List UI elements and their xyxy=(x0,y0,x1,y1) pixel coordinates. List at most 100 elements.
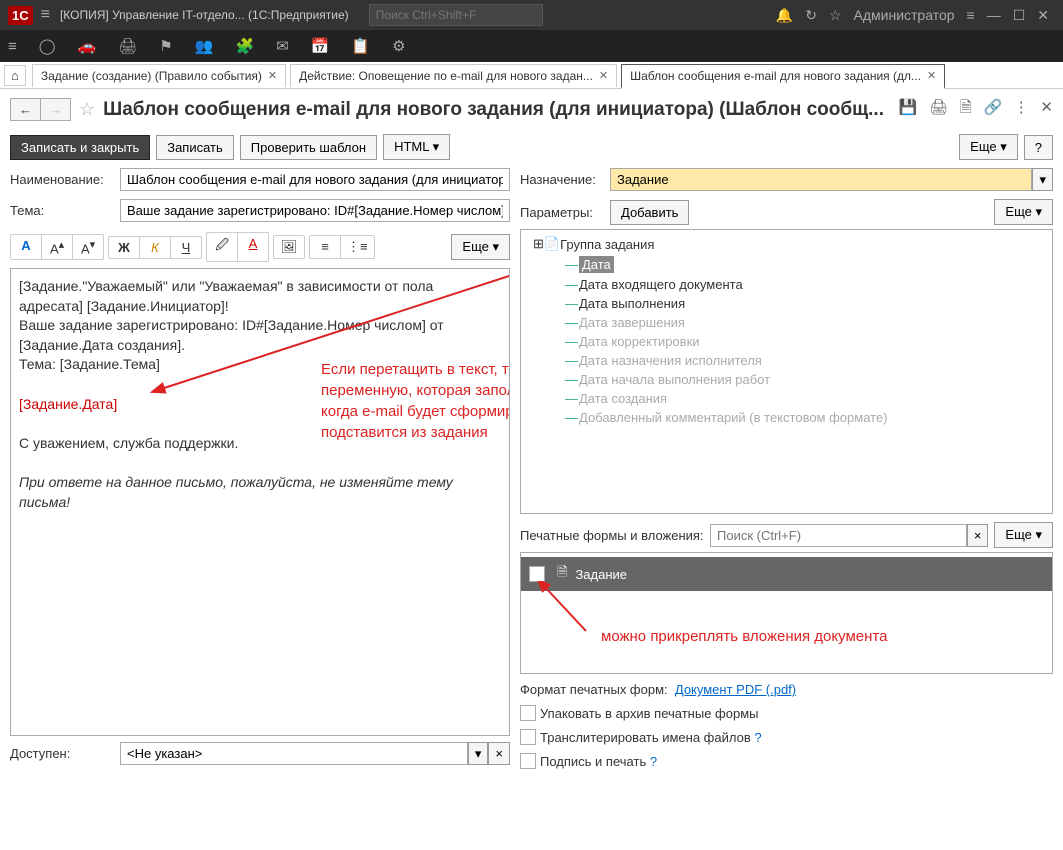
tab-1-close-icon[interactable]: ✕ xyxy=(268,69,277,82)
cb-archive[interactable] xyxy=(520,705,536,721)
gear-icon[interactable]: ⚙ xyxy=(392,37,405,55)
clipboard-icon[interactable]: 📋 xyxy=(351,37,370,55)
attach-search-input[interactable] xyxy=(710,524,967,547)
sections-icon[interactable]: ≡ xyxy=(8,38,17,55)
tree-item[interactable]: —Дата выполнения xyxy=(525,294,1048,313)
nav-back-button[interactable]: ← xyxy=(10,98,40,121)
more-button[interactable]: Еще ▾ xyxy=(959,134,1018,160)
fmt-more-button[interactable]: Еще ▾ xyxy=(451,234,510,260)
check-template-button[interactable]: Проверить шаблон xyxy=(240,135,377,160)
italic-button[interactable]: К xyxy=(140,237,171,258)
tab-3[interactable]: Шаблон сообщения e-mail для нового задан… xyxy=(621,64,945,89)
save-close-button[interactable]: Записать и закрыть xyxy=(10,135,150,160)
history-icon[interactable]: ↻ xyxy=(805,7,817,24)
save-button[interactable]: Записать xyxy=(156,135,234,160)
underline-button[interactable]: Ч xyxy=(171,237,201,258)
available-label: Доступен: xyxy=(10,746,120,761)
page-title: Шаблон сообщения e-mail для нового задан… xyxy=(103,99,891,121)
titlebar: 1C ≡ [КОПИЯ] Управление IT-отдело... (1С… xyxy=(0,0,1063,30)
help-icon[interactable]: ? xyxy=(650,754,657,769)
numlist-button[interactable]: ≡ xyxy=(310,236,341,258)
subject-input[interactable] xyxy=(120,199,510,222)
image-button[interactable]: 🖼 xyxy=(274,236,304,258)
settings-icon[interactable]: ≡ xyxy=(967,7,975,23)
home-tab[interactable]: ⌂ xyxy=(4,65,26,86)
purpose-input[interactable] xyxy=(610,168,1032,191)
save-icon[interactable]: 💾 xyxy=(899,99,918,116)
available-dropdown-button[interactable]: ▾ xyxy=(468,742,489,765)
close-icon[interactable]: ✕ xyxy=(1037,7,1049,24)
params-label: Параметры: xyxy=(520,205,610,220)
tree-item[interactable]: —Дата создания xyxy=(525,389,1048,408)
tab-3-close-icon[interactable]: ✕ xyxy=(927,69,936,82)
help-icon[interactable]: ? xyxy=(754,730,761,745)
users-icon[interactable]: 👥 xyxy=(195,37,214,55)
print2-icon[interactable]: 🖨 xyxy=(929,99,948,116)
print-format-link[interactable]: Документ PDF (.pdf) xyxy=(675,682,796,697)
tree-item[interactable]: —Дата начала выполнения работ xyxy=(525,370,1048,389)
attachment-checkbox[interactable] xyxy=(529,566,545,582)
params-more-button[interactable]: Еще ▾ xyxy=(994,199,1053,225)
more-icon[interactable]: ⋮ xyxy=(1014,99,1029,116)
attachments-list[interactable]: 🗎Задание можно прикреплять вложения доку… xyxy=(520,552,1053,674)
ring-icon[interactable]: ◯ xyxy=(39,37,56,55)
format-toolbar: AA▴A▾ ЖКЧ 🖉A 🖼 ≡⋮≡ Еще ▾ xyxy=(10,232,510,262)
body-editor[interactable]: [Задание."Уважаемый" или "Уважаемая" в з… xyxy=(10,268,510,736)
attach-more-button[interactable]: Еще ▾ xyxy=(994,522,1053,548)
format-dropdown[interactable]: HTML ▾ xyxy=(383,134,450,160)
command-bar: Записать и закрыть Записать Проверить ша… xyxy=(0,130,1063,164)
subject-label: Тема: xyxy=(10,203,120,218)
calendar-icon[interactable]: 📅 xyxy=(311,37,330,55)
car-icon[interactable]: 🚗 xyxy=(78,37,97,55)
tree-item[interactable]: —Дата завершения xyxy=(525,313,1048,332)
bullist-button[interactable]: ⋮≡ xyxy=(341,236,374,258)
add-param-button[interactable]: Добавить xyxy=(610,200,689,225)
tree-item[interactable]: —Добавленный комментарий (в текстовом фо… xyxy=(525,408,1048,427)
purpose-dropdown-button[interactable]: ▾ xyxy=(1032,168,1053,191)
mail-icon[interactable]: ✉ xyxy=(276,37,289,55)
tree-item[interactable]: —Дата корректировки xyxy=(525,332,1048,351)
tab-1[interactable]: Задание (создание) (Правило события)✕ xyxy=(32,64,286,87)
fav-icon[interactable]: ☆ xyxy=(79,99,95,120)
tab-2[interactable]: Действие: Оповещение по e-mail для новог… xyxy=(290,64,617,87)
tree-item[interactable]: —Дата входящего документа xyxy=(525,275,1048,294)
available-input[interactable] xyxy=(120,742,468,765)
font-aplus-button[interactable]: A▴ xyxy=(42,235,73,259)
font-aminus-button[interactable]: A▾ xyxy=(73,235,103,259)
puzzle-icon[interactable]: 🧩 xyxy=(235,37,254,55)
global-search-input[interactable] xyxy=(369,4,543,26)
name-input[interactable] xyxy=(120,168,510,191)
tree-item[interactable]: —Дата назначения исполнителя xyxy=(525,351,1048,370)
bold-button[interactable]: Ж xyxy=(109,237,140,258)
help-button[interactable]: ? xyxy=(1024,135,1053,160)
tree-item[interactable]: —Дата xyxy=(525,254,1048,275)
cb-stamp-label: Подпись и печать xyxy=(540,754,646,769)
cb-translit[interactable] xyxy=(520,729,536,745)
star-icon[interactable]: ☆ xyxy=(829,7,842,24)
close-page-icon[interactable]: ✕ xyxy=(1040,99,1053,116)
bell-icon[interactable]: 🔔 xyxy=(776,7,793,24)
cb-stamp[interactable] xyxy=(520,753,536,769)
editor-line: При ответе на данное письмо, пожалуйста,… xyxy=(19,473,501,512)
tree-root[interactable]: ⊞ 📄 Группа задания xyxy=(525,234,1048,254)
attach-search-clear-button[interactable]: × xyxy=(967,524,989,547)
editor-line: [Задание."Уважаемый" или "Уважаемая" в з… xyxy=(19,277,501,316)
link-icon[interactable]: 🔗 xyxy=(983,99,1002,116)
attachment-row[interactable]: 🗎Задание xyxy=(521,557,1052,591)
doc-icon[interactable]: 🗎 xyxy=(960,99,972,116)
available-clear-button[interactable]: × xyxy=(488,742,510,765)
bgcolor-button[interactable]: A xyxy=(238,233,268,261)
user-label[interactable]: Администратор xyxy=(854,7,955,23)
flag-icon[interactable]: ⚑ xyxy=(159,37,172,55)
nav-fwd-button[interactable]: → xyxy=(40,98,71,121)
font-a-button[interactable]: A xyxy=(11,235,42,259)
menu-icon[interactable]: ≡ xyxy=(41,6,50,24)
print-icon[interactable]: 🖨 xyxy=(118,37,137,55)
minimize-icon[interactable]: — xyxy=(987,7,1001,23)
fgcolor-button[interactable]: 🖉 xyxy=(207,233,238,261)
params-tree[interactable]: ⊞ 📄 Группа задания —Дата —Дата входящего… xyxy=(520,229,1053,514)
tab-2-close-icon[interactable]: ✕ xyxy=(599,69,608,82)
logo-1c: 1C xyxy=(8,6,33,25)
maximize-icon[interactable]: ☐ xyxy=(1013,7,1026,24)
expand-icon[interactable]: ⊞ xyxy=(533,236,544,252)
